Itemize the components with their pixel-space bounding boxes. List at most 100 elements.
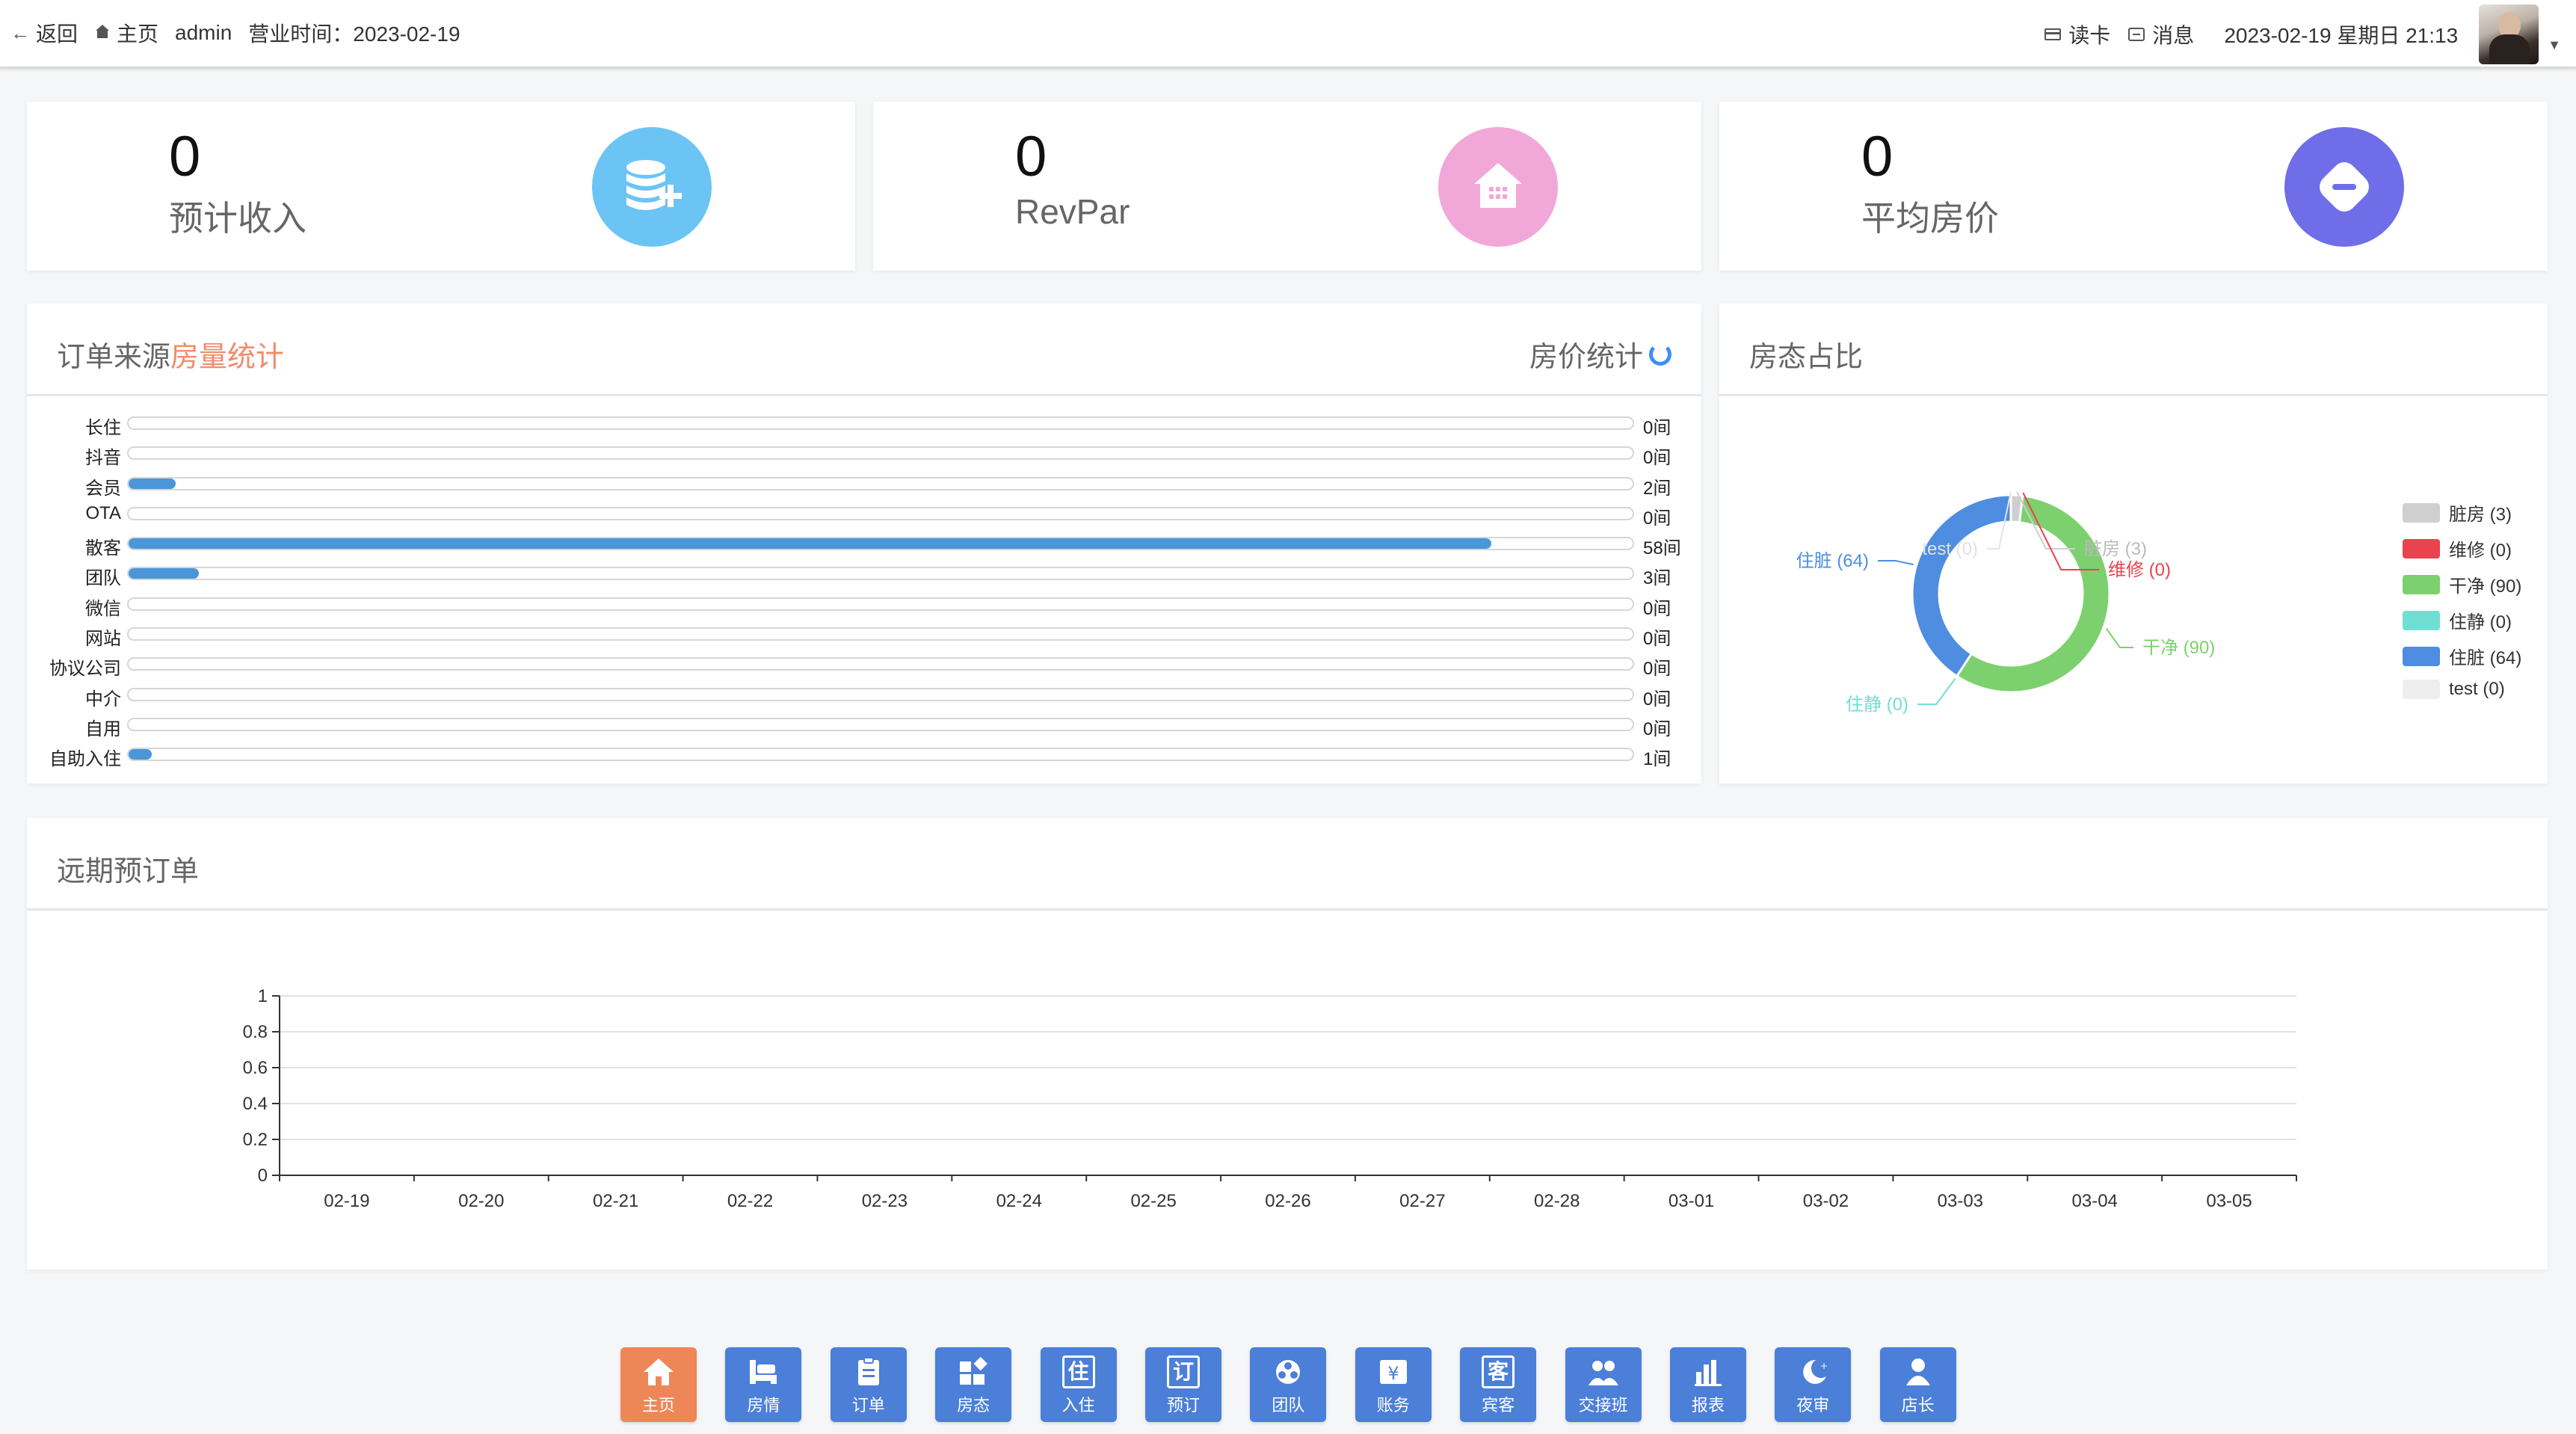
- x-tick-label: 02-23: [862, 1191, 908, 1211]
- order-source-bar-track: [127, 597, 1634, 611]
- order-source-value: 0间: [1643, 508, 1671, 529]
- donut-label: 维修 (0): [2108, 560, 2171, 580]
- y-tick-label: 0.6: [243, 1058, 268, 1078]
- home-label: 主页: [117, 22, 159, 46]
- dock-button-manager[interactable]: 店长: [1879, 1347, 1956, 1422]
- top-bar-left: ← 返回 主页 admin 营业时间：2023-02-19: [10, 0, 477, 66]
- order-source-name: 微信: [85, 598, 121, 619]
- refresh-icon[interactable]: [1649, 342, 1671, 366]
- order-source-bar-track: [127, 748, 1634, 762]
- order-source-name: 网站: [85, 629, 121, 650]
- order-source-value: 0间: [1643, 659, 1671, 680]
- dock-label: 主页: [641, 1396, 675, 1415]
- home-link[interactable]: 主页: [94, 18, 158, 48]
- dock-button-guest[interactable]: 客宾客: [1460, 1347, 1537, 1422]
- dock-button-moon[interactable]: + 夜审: [1775, 1347, 1852, 1422]
- legend-item-维修[interactable]: 维修 (0): [2403, 535, 2512, 561]
- y-tick-label: 0.2: [243, 1130, 268, 1150]
- price-stat-link[interactable]: 房价统计: [1529, 333, 1671, 375]
- read-card-button[interactable]: 读卡: [2045, 19, 2110, 49]
- dock-glyph: 订: [1166, 1355, 1200, 1388]
- stat-card-expected-revenue: 0 预计收入: [27, 102, 855, 271]
- order-source-value: 3间: [1643, 568, 1671, 589]
- order-source-bar: [129, 749, 152, 760]
- home-icon: [94, 22, 111, 45]
- stat-card-average-price: 0 平均房价: [1719, 102, 2548, 271]
- order-source-value: 0间: [1643, 689, 1671, 710]
- svg-text:¥: ¥: [1387, 1363, 1399, 1384]
- dock-button-team[interactable]: 团队: [1250, 1347, 1327, 1422]
- dock-label: 入住: [1061, 1396, 1095, 1415]
- order-source-row: 自助入住 1间: [27, 739, 1701, 769]
- room-status-panel: 房态占比 脏房 (3) 维修 (0) 干净 (90) 住静 (0) 住脏 (64) tes…: [1719, 304, 2548, 784]
- chevron-down-icon[interactable]: ▼: [2548, 37, 2561, 53]
- read-card-label: 读卡: [2068, 24, 2111, 47]
- clipboard-icon: [851, 1355, 887, 1389]
- x-tick-label: 03-01: [1668, 1191, 1714, 1211]
- y-tick-label: 0.4: [243, 1094, 268, 1114]
- dock-label: 宾客: [1482, 1396, 1515, 1415]
- legend-label: 维修 (0): [2449, 541, 2512, 561]
- card-icon: [2045, 28, 2062, 40]
- order-source-row: 散客 58间: [27, 529, 1701, 558]
- x-tick-label: 03-05: [2206, 1191, 2252, 1211]
- dock-button-grid-diamond[interactable]: 房态: [935, 1347, 1012, 1422]
- back-link[interactable]: ← 返回: [10, 18, 78, 48]
- donut-label: 脏房 (3): [2084, 539, 2147, 559]
- order-source-value: 58间: [1643, 538, 1681, 559]
- donut-label: 住静 (0): [1846, 695, 1908, 715]
- legend-swatch: [2403, 538, 2440, 558]
- order-source-title: 订单来源房量统计: [57, 333, 284, 375]
- order-source-bar: [129, 568, 200, 579]
- dock-button-clipboard[interactable]: 订单: [830, 1347, 907, 1422]
- donut-label-line: [1878, 560, 1914, 566]
- stat-value: 0: [1015, 125, 1047, 188]
- donut-label-line: [1917, 678, 1956, 705]
- avatar[interactable]: [2479, 4, 2539, 64]
- order-source-row: 协议公司 0间: [27, 649, 1701, 679]
- dock-button-booking[interactable]: 订预订: [1144, 1347, 1221, 1422]
- tab-order-source[interactable]: 订单来源: [57, 342, 170, 373]
- dock-button-bar-chart[interactable]: 报表: [1669, 1347, 1746, 1422]
- dock-button-home[interactable]: 主页: [620, 1347, 697, 1422]
- legend-item-干净[interactable]: 干净 (90): [2403, 571, 2521, 597]
- legend-label: 干净 (90): [2449, 576, 2522, 597]
- order-source-value: 1间: [1643, 749, 1671, 770]
- donut-label: 干净 (90): [2142, 638, 2215, 658]
- dock-label: 团队: [1272, 1396, 1305, 1415]
- x-tick-label: 02-28: [1534, 1191, 1580, 1211]
- bed-icon: [745, 1355, 781, 1389]
- dock-button-bed[interactable]: 房情: [725, 1347, 802, 1422]
- order-source-name: 长住: [85, 418, 121, 438]
- legend-item-test[interactable]: test (0): [2403, 679, 2505, 700]
- order-source-bar: [129, 478, 176, 489]
- legend-label: 住静 (0): [2449, 612, 2512, 633]
- house-icon: [1438, 127, 1558, 247]
- donut-slice-住脏[interactable]: [1911, 493, 2012, 678]
- dock-button-handover[interactable]: 交接班: [1565, 1347, 1642, 1422]
- order-source-bar-track: [127, 446, 1634, 461]
- order-source-bar-track: [127, 687, 1634, 701]
- legend-item-住静[interactable]: 住静 (0): [2403, 607, 2512, 633]
- message-button[interactable]: 消息: [2128, 19, 2194, 49]
- dock-button-ledger[interactable]: ¥ 账务: [1355, 1347, 1432, 1422]
- x-tick-label: 02-24: [996, 1191, 1042, 1211]
- x-tick-label: 02-26: [1265, 1191, 1310, 1211]
- order-source-bar: [129, 538, 1492, 550]
- tab-room-volume[interactable]: 房量统计: [170, 342, 284, 373]
- legend-item-住脏[interactable]: 住脏 (64): [2403, 643, 2521, 669]
- checkin-icon: 住: [1061, 1355, 1097, 1389]
- order-source-row: 长住 0间: [27, 408, 1701, 438]
- future-bookings-panel: 远期预订单 0 0.2 0.4 0.6 0.8 1 02-19 02-20 02-21 02-22…: [27, 818, 2548, 1270]
- order-source-bar-track: [127, 717, 1634, 731]
- order-source-row: 网站 0间: [27, 619, 1701, 649]
- order-source-name: 自用: [85, 718, 121, 739]
- dock-button-checkin[interactable]: 住入住: [1040, 1347, 1117, 1422]
- order-source-value: 0间: [1643, 598, 1671, 619]
- y-tick-label: 0: [258, 1166, 268, 1186]
- order-source-row: 自用 0间: [27, 710, 1701, 739]
- y-tick-label: 1: [258, 986, 268, 1006]
- x-tick-label: 02-20: [458, 1191, 504, 1211]
- y-tick-label: 0.8: [243, 1022, 268, 1042]
- legend-item-脏房[interactable]: 脏房 (3): [2403, 499, 2512, 526]
